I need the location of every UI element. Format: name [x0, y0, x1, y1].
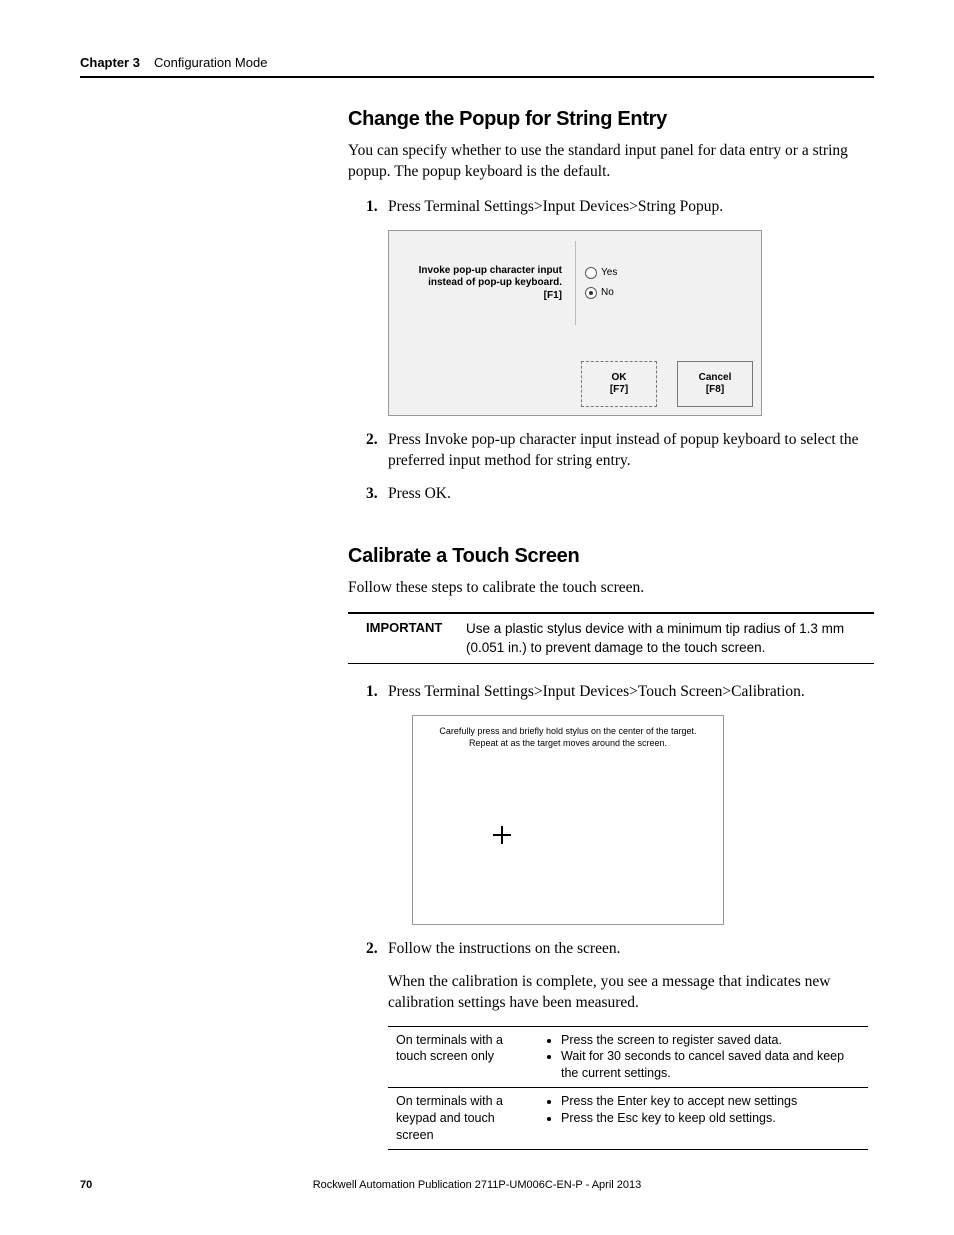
- table-cell: On terminals with a touch screen only: [388, 1026, 539, 1088]
- radio-icon: [585, 287, 597, 299]
- important-label: IMPORTANT: [348, 620, 466, 656]
- important-text: Use a plastic stylus device with a minim…: [466, 620, 874, 656]
- section1-intro: You can specify whether to use the stand…: [348, 141, 874, 183]
- table-row: On terminals with a touch screen only Pr…: [388, 1026, 868, 1088]
- step-number: 2.: [366, 430, 378, 451]
- step-item: 1. Press Terminal Settings>Input Devices…: [348, 682, 874, 703]
- target-cross-icon: [493, 826, 511, 844]
- section-heading-calibrate: Calibrate a Touch Screen: [348, 545, 874, 568]
- section2-steps-cont: 2. Follow the instructions on the screen…: [348, 939, 874, 960]
- table-cell: Press the Enter key to accept new settin…: [539, 1088, 868, 1150]
- step-number: 2.: [366, 939, 378, 960]
- radio-yes[interactable]: Yes: [585, 267, 617, 279]
- section2-intro: Follow these steps to calibrate the touc…: [348, 578, 874, 599]
- main-content: Change the Popup for String Entry You ca…: [348, 108, 874, 1150]
- string-popup-screenshot: Invoke pop-up character input instead of…: [388, 230, 762, 416]
- divider: [575, 241, 576, 325]
- section1-steps: 1. Press Terminal Settings>Input Devices…: [348, 197, 874, 218]
- step-item: 2. Follow the instructions on the screen…: [348, 939, 874, 960]
- page-header: Chapter 3 Configuration Mode: [80, 54, 874, 78]
- list-item: Press the Esc key to keep old settings.: [561, 1110, 860, 1127]
- table-cell: Press the screen to register saved data.…: [539, 1026, 868, 1088]
- calibration-after-text: When the calibration is complete, you se…: [388, 972, 874, 1014]
- list-item: Press the Enter key to accept new settin…: [561, 1093, 860, 1110]
- important-callout: IMPORTANT Use a plastic stylus device wi…: [348, 612, 874, 663]
- radio-icon: [585, 267, 597, 279]
- table-row: On terminals with a keypad and touch scr…: [388, 1088, 868, 1150]
- chapter-label: Chapter 3: [80, 55, 140, 70]
- calibration-screenshot: Carefully press and briefly hold stylus …: [412, 715, 724, 925]
- radio-no-label: No: [601, 287, 614, 298]
- step-text: Press Invoke pop-up character input inst…: [388, 431, 858, 469]
- page-footer: 70 Rockwell Automation Publication 2711P…: [80, 1179, 874, 1191]
- ok-button[interactable]: OK [F7]: [581, 361, 657, 407]
- radio-no[interactable]: No: [585, 287, 614, 299]
- step-item: 1. Press Terminal Settings>Input Devices…: [348, 197, 874, 218]
- calibration-table: On terminals with a touch screen only Pr…: [388, 1026, 868, 1150]
- list-item: Press the screen to register saved data.: [561, 1032, 860, 1049]
- step-number: 1.: [366, 682, 378, 703]
- invoke-popup-label: Invoke pop-up character input instead of…: [407, 265, 562, 303]
- section1-steps-cont: 2. Press Invoke pop-up character input i…: [348, 430, 874, 505]
- chapter-title: Configuration Mode: [154, 55, 267, 70]
- step-text: Follow the instructions on the screen.: [388, 940, 620, 957]
- list-item: Wait for 30 seconds to cancel saved data…: [561, 1048, 860, 1082]
- step-number: 3.: [366, 484, 378, 505]
- step-text: Press Terminal Settings>Input Devices>St…: [388, 198, 723, 215]
- step-text: Press OK.: [388, 485, 451, 502]
- calibration-instructions: Carefully press and briefly hold stylus …: [413, 726, 723, 749]
- step-text: Press Terminal Settings>Input Devices>To…: [388, 683, 805, 700]
- cancel-button[interactable]: Cancel [F8]: [677, 361, 753, 407]
- radio-yes-label: Yes: [601, 267, 617, 278]
- section-heading-popup: Change the Popup for String Entry: [348, 108, 874, 131]
- step-item: 3. Press OK.: [348, 484, 874, 505]
- table-cell: On terminals with a keypad and touch scr…: [388, 1088, 539, 1150]
- step-number: 1.: [366, 197, 378, 218]
- publication-info: Rockwell Automation Publication 2711P-UM…: [80, 1179, 874, 1191]
- step-item: 2. Press Invoke pop-up character input i…: [348, 430, 874, 472]
- section2-steps: 1. Press Terminal Settings>Input Devices…: [348, 682, 874, 703]
